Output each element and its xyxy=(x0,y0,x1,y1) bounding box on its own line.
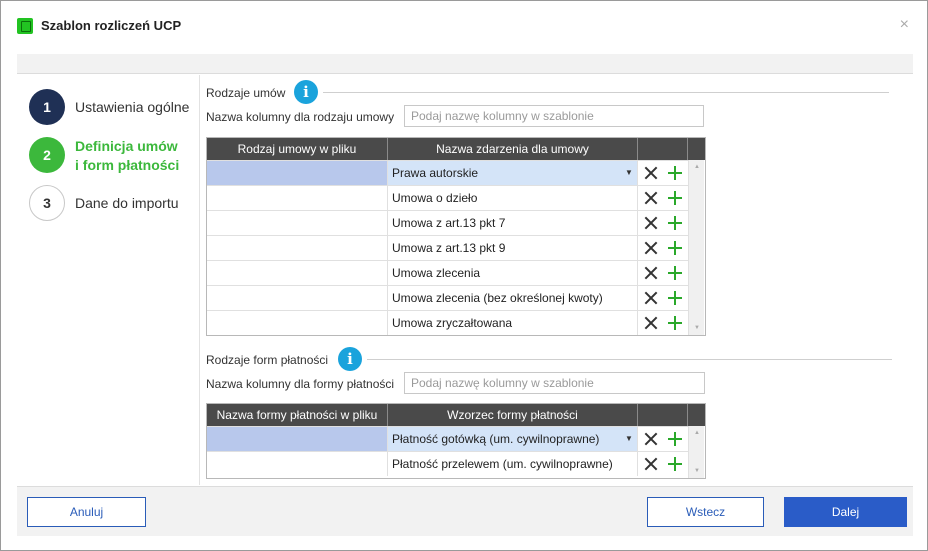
vertical-scrollbar[interactable]: ▲ ▼ xyxy=(688,160,704,335)
next-button[interactable]: Dalej xyxy=(784,497,907,527)
contracts-column-label: Nazwa kolumny dla rodzaju umowy xyxy=(206,110,395,124)
step-contracts-payments[interactable]: 2 Definicja umów i form płatności xyxy=(29,137,199,177)
scroll-up-icon[interactable]: ▲ xyxy=(689,426,705,440)
payments-column-label: Nazwa kolumny dla formy płatności xyxy=(206,377,395,391)
scroll-down-icon[interactable]: ▼ xyxy=(689,464,705,478)
delete-icon[interactable] xyxy=(643,456,659,472)
add-icon[interactable] xyxy=(667,265,683,281)
add-icon[interactable] xyxy=(667,165,683,181)
delete-icon[interactable] xyxy=(643,215,659,231)
payments-grid: Nazwa formy płatności w pliku Wzorzec fo… xyxy=(206,403,706,479)
delete-icon[interactable] xyxy=(643,315,659,331)
step-number: 2 xyxy=(29,137,65,173)
dialog-footer: Anuluj Wstecz Dalej xyxy=(17,486,913,536)
info-icon[interactable]: i xyxy=(338,347,362,371)
section-divider xyxy=(367,359,892,360)
steps-panel: 1 Ustawienia ogólne 2 Definicja umów i f… xyxy=(17,75,200,485)
add-icon[interactable] xyxy=(667,290,683,306)
file-type-cell[interactable] xyxy=(207,286,388,310)
delete-icon[interactable] xyxy=(643,265,659,281)
payment-pattern-cell[interactable]: Płatność gotówką (um. cywilnoprawne) ▼ xyxy=(388,427,638,451)
table-row[interactable]: Płatność przelewem (um. cywilnoprawne) xyxy=(207,451,688,476)
add-icon[interactable] xyxy=(667,315,683,331)
step-label: Ustawienia ogólne xyxy=(75,99,190,115)
delete-icon[interactable] xyxy=(643,190,659,206)
contracts-column-input[interactable] xyxy=(404,105,704,127)
delete-icon[interactable] xyxy=(643,290,659,306)
table-row[interactable]: Umowa zlecenia (bez określonej kwoty) xyxy=(207,285,688,310)
step-general-settings[interactable]: 1 Ustawienia ogólne xyxy=(29,89,199,129)
table-row[interactable]: Umowa z art.13 pkt 9 xyxy=(207,235,688,260)
header-payment-pattern[interactable]: Wzorzec formy płatności xyxy=(388,404,638,426)
event-name-cell[interactable]: Umowa zlecenia xyxy=(388,261,638,285)
event-name-cell[interactable]: Umowa z art.13 pkt 9 xyxy=(388,236,638,260)
file-type-cell[interactable] xyxy=(207,236,388,260)
window-title: Szablon rozliczeń UCP xyxy=(41,18,182,33)
contracts-section-title: Rodzaje umów xyxy=(206,86,286,100)
payment-pattern-value: Płatność gotówką (um. cywilnoprawne) xyxy=(392,432,600,446)
step-label-line2: i form płatności xyxy=(75,157,180,173)
add-icon[interactable] xyxy=(667,215,683,231)
grid-header: Nazwa formy płatności w pliku Wzorzec fo… xyxy=(207,404,705,426)
table-row[interactable]: Umowa zlecenia xyxy=(207,260,688,285)
dialog-window: Szablon rozliczeń UCP × 1 Ustawienia ogó… xyxy=(0,0,928,551)
delete-icon[interactable] xyxy=(643,240,659,256)
delete-icon[interactable] xyxy=(643,431,659,447)
add-icon[interactable] xyxy=(667,431,683,447)
header-file-type[interactable]: Rodzaj umowy w pliku xyxy=(207,138,388,160)
delete-icon[interactable] xyxy=(643,165,659,181)
main-content: Rodzaje umów i Nazwa kolumny dla rodzaju… xyxy=(201,75,913,485)
file-type-cell[interactable] xyxy=(207,311,388,335)
step-label-line1: Definicja umów xyxy=(75,138,178,154)
chevron-down-icon[interactable]: ▼ xyxy=(621,161,637,185)
payment-pattern-cell[interactable]: Płatność przelewem (um. cywilnoprawne) xyxy=(388,452,638,476)
title-bar: Szablon rozliczeń UCP × xyxy=(1,1,927,53)
file-payment-cell[interactable] xyxy=(207,452,388,476)
table-row[interactable]: Umowa z art.13 pkt 7 xyxy=(207,210,688,235)
header-actions xyxy=(638,404,688,426)
file-payment-cell[interactable] xyxy=(207,427,388,451)
section-divider xyxy=(323,92,889,93)
event-name-cell[interactable]: Umowa z art.13 pkt 7 xyxy=(388,211,638,235)
file-type-cell[interactable] xyxy=(207,161,388,185)
info-icon[interactable]: i xyxy=(294,80,318,104)
step-number: 3 xyxy=(29,185,65,221)
table-row[interactable]: Prawa autorskie ▼ xyxy=(207,160,688,185)
event-name-cell[interactable]: Umowa zryczałtowana xyxy=(388,311,638,335)
header-file-payment[interactable]: Nazwa formy płatności w pliku xyxy=(207,404,388,426)
step-import-data[interactable]: 3 Dane do importu xyxy=(29,185,199,225)
scroll-down-icon[interactable]: ▼ xyxy=(689,321,705,335)
header-scroll xyxy=(688,138,705,160)
grid-header: Rodzaj umowy w pliku Nazwa zdarzenia dla… xyxy=(207,138,705,160)
header-actions xyxy=(638,138,688,160)
back-button[interactable]: Wstecz xyxy=(647,497,764,527)
file-type-cell[interactable] xyxy=(207,261,388,285)
add-icon[interactable] xyxy=(667,456,683,472)
step-number: 1 xyxy=(29,89,65,125)
event-name-cell[interactable]: Umowa zlecenia (bez określonej kwoty) xyxy=(388,286,638,310)
table-row[interactable]: Umowa zryczałtowana xyxy=(207,310,688,335)
content-header-band xyxy=(17,54,913,74)
event-name-value: Prawa autorskie xyxy=(392,166,479,180)
header-event-name[interactable]: Nazwa zdarzenia dla umowy xyxy=(388,138,638,160)
chevron-down-icon[interactable]: ▼ xyxy=(621,427,637,451)
close-icon[interactable]: × xyxy=(900,17,909,33)
event-name-cell[interactable]: Umowa o dzieło xyxy=(388,186,638,210)
add-icon[interactable] xyxy=(667,240,683,256)
app-icon xyxy=(17,18,33,34)
payments-section-title: Rodzaje form płatności xyxy=(206,353,329,367)
vertical-scrollbar[interactable]: ▲ ▼ xyxy=(688,426,704,478)
file-type-cell[interactable] xyxy=(207,211,388,235)
table-row[interactable]: Umowa o dzieło xyxy=(207,185,688,210)
payments-column-input[interactable] xyxy=(404,372,705,394)
header-scroll xyxy=(688,404,705,426)
table-row[interactable]: Płatność gotówką (um. cywilnoprawne) ▼ xyxy=(207,426,688,451)
step-label: Dane do importu xyxy=(75,195,179,211)
cancel-button[interactable]: Anuluj xyxy=(27,497,146,527)
scroll-up-icon[interactable]: ▲ xyxy=(689,160,705,174)
contracts-grid: Rodzaj umowy w pliku Nazwa zdarzenia dla… xyxy=(206,137,706,336)
event-name-cell[interactable]: Prawa autorskie ▼ xyxy=(388,161,638,185)
add-icon[interactable] xyxy=(667,190,683,206)
file-type-cell[interactable] xyxy=(207,186,388,210)
